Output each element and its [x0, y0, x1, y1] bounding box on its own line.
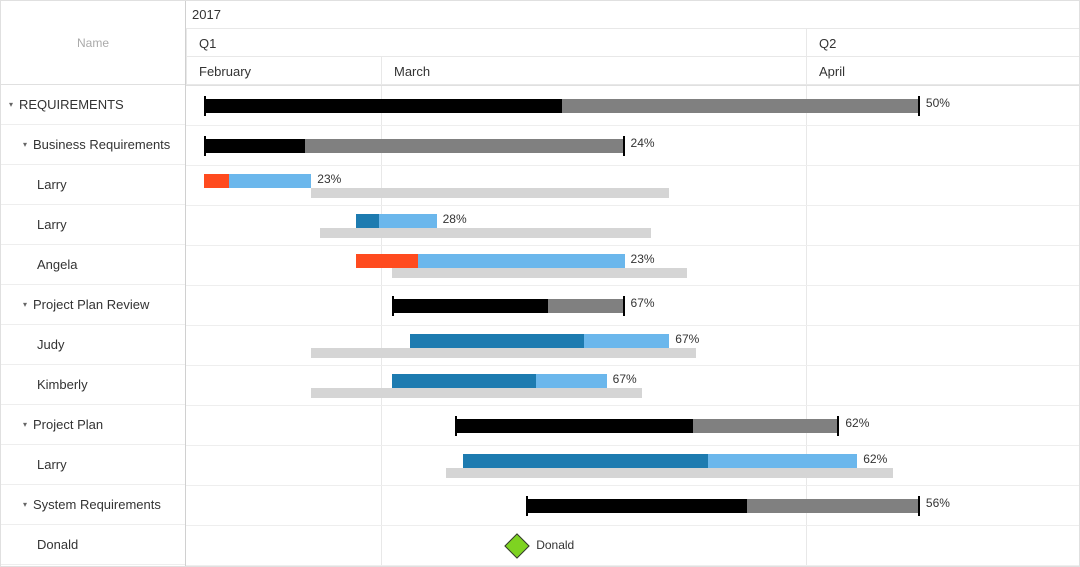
task-bar[interactable]: [356, 254, 625, 268]
chart-row-larry1: 23%: [186, 166, 1079, 206]
timeline-q1: Q1: [186, 29, 806, 57]
summary-progress: [455, 419, 694, 433]
collapse-icon[interactable]: ▾: [23, 140, 33, 149]
timeline-month-mar: March: [381, 57, 430, 85]
chart-row-larry3: 62%: [186, 446, 1079, 486]
percent-label: 50%: [926, 96, 950, 110]
collapse-icon[interactable]: ▾: [23, 420, 33, 429]
task-row-pp[interactable]: ▾Project Plan: [1, 405, 185, 445]
summary-bar[interactable]: [526, 499, 920, 513]
timeline-year-row: 2017: [186, 1, 1079, 29]
task-name: REQUIREMENTS: [19, 97, 124, 112]
percent-label: 24%: [631, 136, 655, 150]
task-behind: [356, 254, 418, 268]
task-bar[interactable]: [204, 174, 311, 188]
chart-row-larry2: 28%: [186, 206, 1079, 246]
name-column-header: Name: [77, 36, 109, 50]
task-name: Angela: [37, 257, 77, 272]
chart-row-angela: 23%: [186, 246, 1079, 286]
chart-row-biz: 24%: [186, 126, 1079, 166]
baseline-bar: [320, 228, 651, 238]
baseline-bar: [446, 468, 894, 478]
task-name: Larry: [37, 217, 67, 232]
task-row-biz[interactable]: ▾Business Requirements: [1, 125, 185, 165]
timeline-panel: 2017 Q1 Q2 February March April 50% 24% 23…: [186, 1, 1079, 566]
task-bar[interactable]: [356, 214, 437, 228]
chart-row-req: 50%: [186, 86, 1079, 126]
gantt-chart: Name ▾REQUIREMENTS▾Business Requirements…: [0, 0, 1080, 567]
percent-label: 62%: [845, 416, 869, 430]
chart-row-pp: 62%: [186, 406, 1079, 446]
timeline-year: 2017: [186, 7, 221, 22]
baseline-bar: [392, 268, 687, 278]
percent-label: 62%: [863, 452, 887, 466]
chart-row-sys: 56%: [186, 486, 1079, 526]
percent-label: 23%: [317, 172, 341, 186]
task-name: Larry: [37, 177, 67, 192]
task-row-req[interactable]: ▾REQUIREMENTS: [1, 85, 185, 125]
chart-row-kim: 67%: [186, 366, 1079, 406]
summary-progress: [204, 139, 305, 153]
chart-row-ppr: 67%: [186, 286, 1079, 326]
percent-label: 67%: [675, 332, 699, 346]
percent-label: 28%: [443, 212, 467, 226]
task-name: Judy: [37, 337, 64, 352]
task-bar[interactable]: [392, 374, 607, 388]
task-progress: [356, 214, 379, 228]
timeline-month-apr: April: [806, 57, 845, 85]
summary-bar[interactable]: [204, 99, 920, 113]
summary-bar[interactable]: [204, 139, 625, 153]
task-name: Project Plan: [33, 417, 103, 432]
task-row-larry2[interactable]: Larry: [1, 205, 185, 245]
task-name: Project Plan Review: [33, 297, 149, 312]
timeline-header: 2017 Q1 Q2 February March April: [186, 1, 1079, 86]
timeline-q2: Q2: [806, 29, 1079, 57]
percent-label: 23%: [631, 252, 655, 266]
task-row-kim[interactable]: Kimberly: [1, 365, 185, 405]
task-name: Kimberly: [37, 377, 88, 392]
baseline-bar: [311, 188, 669, 198]
timeline-month-feb: February: [186, 57, 251, 85]
task-row-donald[interactable]: Donald: [1, 525, 185, 565]
task-list-header: Name: [1, 1, 185, 85]
task-row-angela[interactable]: Angela: [1, 245, 185, 285]
timeline-quarter-row: Q1 Q2: [186, 29, 1079, 57]
percent-label: 67%: [613, 372, 637, 386]
timeline-month-row: February March April: [186, 57, 1079, 85]
task-progress: [392, 374, 536, 388]
task-row-larry1[interactable]: Larry: [1, 165, 185, 205]
task-row-judy[interactable]: Judy: [1, 325, 185, 365]
task-bar[interactable]: [410, 334, 670, 348]
task-behind: [204, 174, 229, 188]
task-list: Name ▾REQUIREMENTS▾Business Requirements…: [1, 1, 186, 566]
task-progress: [463, 454, 707, 468]
task-row-ppr[interactable]: ▾Project Plan Review: [1, 285, 185, 325]
collapse-icon[interactable]: ▾: [23, 500, 33, 509]
baseline-bar: [311, 388, 642, 398]
task-name: Business Requirements: [33, 137, 170, 152]
chart-row-judy: 67%: [186, 326, 1079, 366]
task-row-sys[interactable]: ▾System Requirements: [1, 485, 185, 525]
milestone-icon[interactable]: [504, 533, 529, 558]
collapse-icon[interactable]: ▾: [23, 300, 33, 309]
summary-progress: [392, 299, 548, 313]
task-name: Donald: [37, 537, 78, 552]
task-bar[interactable]: [463, 454, 857, 468]
collapse-icon[interactable]: ▾: [9, 100, 19, 109]
chart-row-donald: Donald: [186, 526, 1079, 566]
baseline-bar: [311, 348, 696, 358]
task-row-larry3[interactable]: Larry: [1, 445, 185, 485]
task-name: System Requirements: [33, 497, 161, 512]
summary-progress: [204, 99, 562, 113]
percent-label: 67%: [631, 296, 655, 310]
task-name: Larry: [37, 457, 67, 472]
summary-bar[interactable]: [455, 419, 840, 433]
summary-progress: [526, 499, 747, 513]
chart-area[interactable]: 50% 24% 23% 28% 23% 67% 67% 67% 62% 62% 56% Donald: [186, 86, 1079, 566]
percent-label: 56%: [926, 496, 950, 510]
task-progress: [410, 334, 584, 348]
summary-bar[interactable]: [392, 299, 625, 313]
milestone-label: Donald: [536, 538, 574, 552]
